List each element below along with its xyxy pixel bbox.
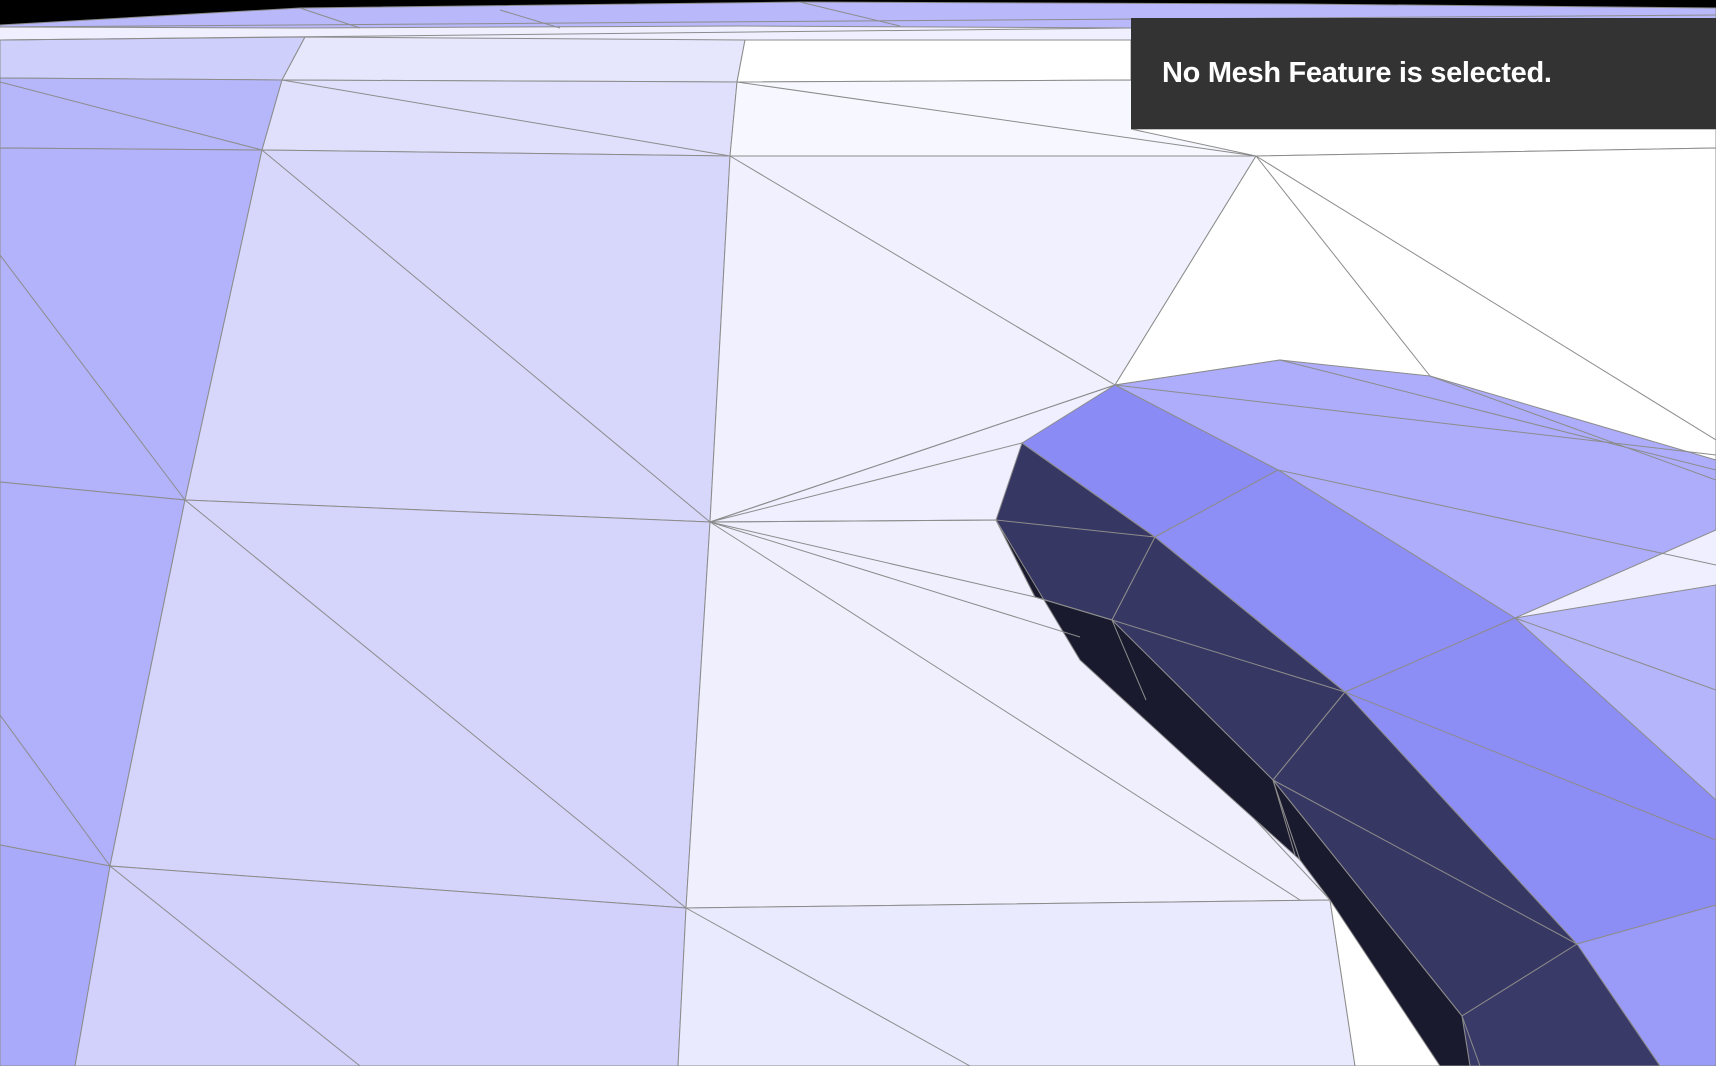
mesh-face	[184, 149, 731, 523]
mesh-canvas[interactable]	[0, 0, 1716, 1066]
mesh-face	[0, 36, 306, 81]
mesh-face	[0, 77, 283, 151]
mesh-face	[736, 39, 1132, 83]
selection-status-text: No Mesh Feature is selected.	[1162, 57, 1552, 89]
mesh-face	[677, 899, 1356, 1066]
selection-status-banner: No Mesh Feature is selected.	[1131, 18, 1716, 129]
3d-viewport[interactable]: No Mesh Feature is selected.	[0, 0, 1716, 1066]
mesh-face	[109, 499, 711, 909]
mesh-face	[281, 36, 746, 83]
